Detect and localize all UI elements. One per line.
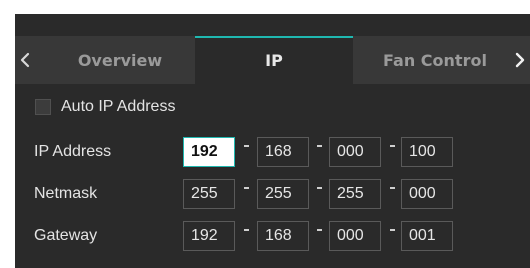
netmask-label: Netmask bbox=[34, 185, 98, 202]
netmask-octet-1[interactable]: 255 bbox=[183, 179, 235, 209]
netmask-octet-2[interactable]: 255 bbox=[257, 179, 309, 209]
tab-overview-label: Overview bbox=[77, 50, 163, 70]
tab-fan-control-label: Fan Control bbox=[383, 50, 487, 70]
tab-overview[interactable]: Overview bbox=[45, 36, 195, 84]
octet-separator bbox=[244, 229, 249, 231]
octet-separator bbox=[244, 187, 249, 189]
gateway-octet-4[interactable]: 001 bbox=[401, 221, 453, 251]
gateway-octet-2[interactable]: 168 bbox=[257, 221, 309, 251]
gateway-label: Gateway bbox=[34, 227, 98, 244]
tab-next-arrow[interactable] bbox=[510, 36, 530, 84]
tab-ip[interactable]: IP bbox=[195, 36, 353, 84]
ip-address-octet-2[interactable]: 168 bbox=[257, 137, 309, 167]
ip-address-label: IP Address bbox=[34, 143, 112, 160]
ip-address-octet-4[interactable]: 100 bbox=[401, 137, 453, 167]
tab-fan-control[interactable]: Fan Control bbox=[367, 36, 503, 84]
octet-separator bbox=[317, 145, 322, 147]
octet-separator bbox=[244, 145, 249, 147]
gateway-octet-3[interactable]: 000 bbox=[329, 221, 381, 251]
octet-separator bbox=[390, 187, 395, 189]
octet-separator bbox=[390, 229, 395, 231]
tab-ip-label: IP bbox=[265, 50, 283, 70]
auto-ip-checkbox[interactable] bbox=[35, 99, 51, 115]
chevron-left-icon bbox=[20, 52, 30, 68]
octet-separator bbox=[317, 229, 322, 231]
netmask-octet-4[interactable]: 000 bbox=[401, 179, 453, 209]
network-settings-panel: Overview IP Fan Control Auto IP Address … bbox=[15, 14, 530, 268]
gateway-octet-1[interactable]: 192 bbox=[183, 221, 235, 251]
ip-address-octet-3[interactable]: 000 bbox=[329, 137, 381, 167]
tab-bar: Overview IP Fan Control bbox=[15, 36, 530, 84]
chevron-right-icon bbox=[515, 52, 525, 68]
tab-prev-arrow[interactable] bbox=[15, 36, 35, 84]
auto-ip-checkbox-row[interactable]: Auto IP Address bbox=[35, 96, 175, 118]
netmask-octet-3[interactable]: 255 bbox=[329, 179, 381, 209]
auto-ip-label: Auto IP Address bbox=[61, 98, 176, 115]
ip-address-octet-1[interactable]: 192 bbox=[183, 137, 235, 167]
octet-separator bbox=[390, 145, 395, 147]
octet-separator bbox=[317, 187, 322, 189]
